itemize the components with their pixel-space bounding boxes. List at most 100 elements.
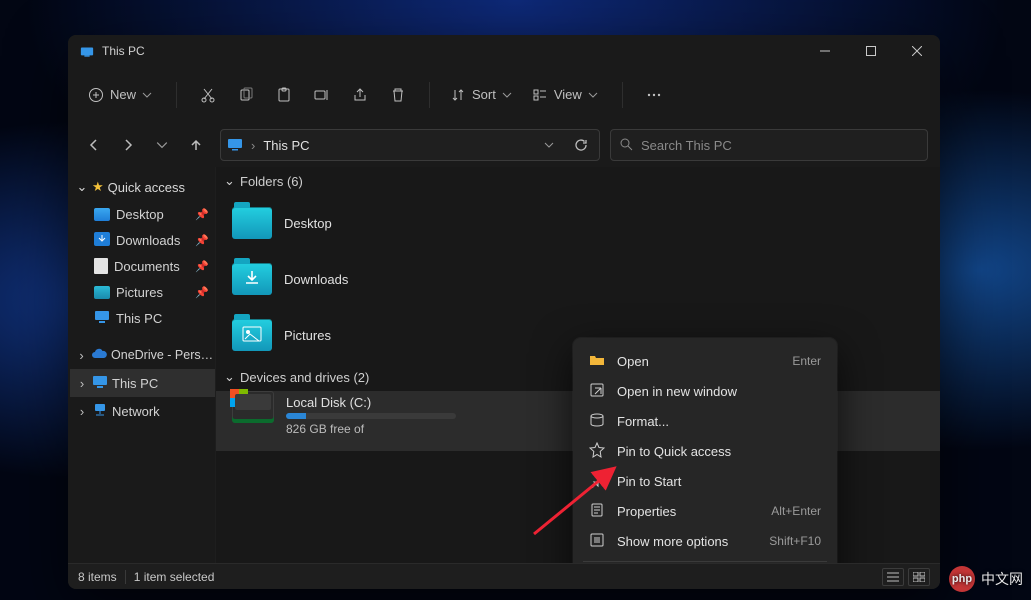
- desktop-icon: [94, 208, 110, 221]
- pictures-icon: [94, 286, 110, 299]
- forward-button[interactable]: [114, 131, 142, 159]
- recent-dropdown[interactable]: [148, 131, 176, 159]
- watermark-logo: php: [949, 566, 975, 592]
- context-menu-properties[interactable]: Properties Alt+Enter: [579, 496, 831, 526]
- this-pc-label: This PC: [112, 376, 158, 391]
- chevron-right-icon: ›: [251, 138, 255, 153]
- address-bar[interactable]: › This PC: [220, 129, 600, 161]
- document-icon: [94, 258, 108, 274]
- status-item-count: 8 items: [78, 570, 117, 584]
- folders-section-header[interactable]: ⌄ Folders (6): [216, 167, 940, 195]
- sidebar-item-pictures[interactable]: Pictures 📌: [70, 279, 215, 305]
- address-dropdown[interactable]: [537, 133, 561, 157]
- file-explorer-window: This PC New Sort View: [68, 35, 940, 589]
- chevron-right-icon: ›: [76, 376, 88, 391]
- context-menu-format[interactable]: Format...: [579, 406, 831, 436]
- sidebar-item-label: Pictures: [116, 285, 163, 300]
- sidebar-item-label: Desktop: [116, 207, 164, 222]
- pin-icon: 📌: [195, 208, 209, 221]
- folder-item-desktop[interactable]: Desktop: [216, 195, 940, 251]
- more-button[interactable]: [637, 78, 671, 112]
- toolbar-divider: [429, 82, 430, 108]
- sidebar-this-pc-root[interactable]: › This PC: [70, 369, 215, 397]
- search-bar[interactable]: [610, 129, 928, 161]
- back-button[interactable]: [80, 131, 108, 159]
- monitor-icon: [92, 375, 108, 392]
- cut-button[interactable]: [191, 78, 225, 112]
- chevron-right-icon: ›: [76, 348, 87, 363]
- up-button[interactable]: [182, 131, 210, 159]
- star-icon: ★: [92, 179, 104, 195]
- folder-icon: [232, 207, 272, 239]
- chevron-down-icon: ⌄: [76, 179, 88, 195]
- titlebar[interactable]: This PC: [68, 35, 940, 67]
- folder-label: Desktop: [284, 216, 332, 231]
- context-menu-label: Pin to Start: [617, 474, 681, 489]
- folder-label: Downloads: [284, 272, 348, 287]
- context-menu-show-more[interactable]: Show more options Shift+F10: [579, 526, 831, 556]
- context-menu-open[interactable]: Open Enter: [579, 346, 831, 376]
- watermark: php 中文网: [949, 566, 1023, 592]
- paste-button[interactable]: [267, 78, 301, 112]
- context-menu-label: Properties: [617, 504, 676, 519]
- sidebar-item-label: Downloads: [116, 233, 180, 248]
- context-menu-label: Show more options: [617, 534, 728, 549]
- chevron-down-icon: ⌄: [224, 369, 234, 385]
- share-button[interactable]: [343, 78, 377, 112]
- context-menu-label: Open in new window: [617, 384, 737, 399]
- sidebar-item-this-pc[interactable]: This PC: [70, 305, 215, 331]
- maximize-button[interactable]: [848, 35, 894, 67]
- address-row: › This PC: [68, 123, 940, 167]
- sidebar-item-desktop[interactable]: Desktop 📌: [70, 201, 215, 227]
- pin-icon: 📌: [195, 286, 209, 299]
- content-pane: ⌄ Folders (6) Desktop Downloads: [216, 167, 940, 563]
- format-icon: [589, 412, 605, 431]
- toolbar-divider: [622, 82, 623, 108]
- chevron-down-icon: ⌄: [224, 173, 234, 189]
- folder-icon: [232, 263, 272, 295]
- pin-icon: 📌: [195, 260, 209, 273]
- more-options-icon: [589, 532, 605, 551]
- thumbnails-view-button[interactable]: [908, 568, 930, 586]
- watermark-text: 中文网: [981, 569, 1023, 589]
- copy-button[interactable]: [229, 78, 263, 112]
- folder-open-icon: [589, 352, 605, 371]
- close-button[interactable]: [894, 35, 940, 67]
- folder-item-downloads[interactable]: Downloads: [216, 251, 940, 307]
- search-input[interactable]: [641, 138, 919, 153]
- chevron-right-icon: ›: [76, 404, 88, 419]
- sidebar-quick-access[interactable]: ⌄ ★ Quick access: [70, 173, 215, 201]
- context-menu-open-new-window[interactable]: Open in new window: [579, 376, 831, 406]
- context-menu-shortcut: Alt+Enter: [771, 504, 821, 518]
- onedrive-label: OneDrive - Personal: [111, 348, 215, 362]
- rename-button[interactable]: [305, 78, 339, 112]
- download-icon: [94, 232, 110, 249]
- folders-header-label: Folders (6): [240, 174, 303, 189]
- sidebar-network[interactable]: › Network: [70, 397, 215, 425]
- new-button-label: New: [110, 87, 136, 102]
- cloud-icon: [91, 348, 107, 363]
- pin-icon: [589, 472, 605, 491]
- sidebar-item-label: This PC: [116, 311, 162, 326]
- sidebar-item-downloads[interactable]: Downloads 📌: [70, 227, 215, 253]
- delete-button[interactable]: [381, 78, 415, 112]
- window-title: This PC: [102, 44, 802, 58]
- new-button[interactable]: New: [82, 78, 162, 112]
- toolbar: New Sort View: [68, 67, 940, 123]
- context-menu-pin-start[interactable]: Pin to Start: [579, 466, 831, 496]
- drive-free-space: 826 GB free of: [286, 422, 456, 436]
- view-button[interactable]: View: [526, 78, 608, 112]
- context-menu-pin-quick-access[interactable]: Pin to Quick access: [579, 436, 831, 466]
- refresh-button[interactable]: [569, 133, 593, 157]
- address-path: This PC: [263, 138, 529, 153]
- sort-button[interactable]: Sort: [444, 78, 522, 112]
- properties-icon: [589, 502, 605, 521]
- sidebar-item-documents[interactable]: Documents 📌: [70, 253, 215, 279]
- network-label: Network: [112, 404, 160, 419]
- sidebar-onedrive[interactable]: › OneDrive - Personal: [70, 341, 215, 369]
- monitor-icon: [227, 136, 243, 155]
- window-icon: [80, 44, 94, 58]
- minimize-button[interactable]: [802, 35, 848, 67]
- folder-icon: [232, 319, 272, 351]
- details-view-button[interactable]: [882, 568, 904, 586]
